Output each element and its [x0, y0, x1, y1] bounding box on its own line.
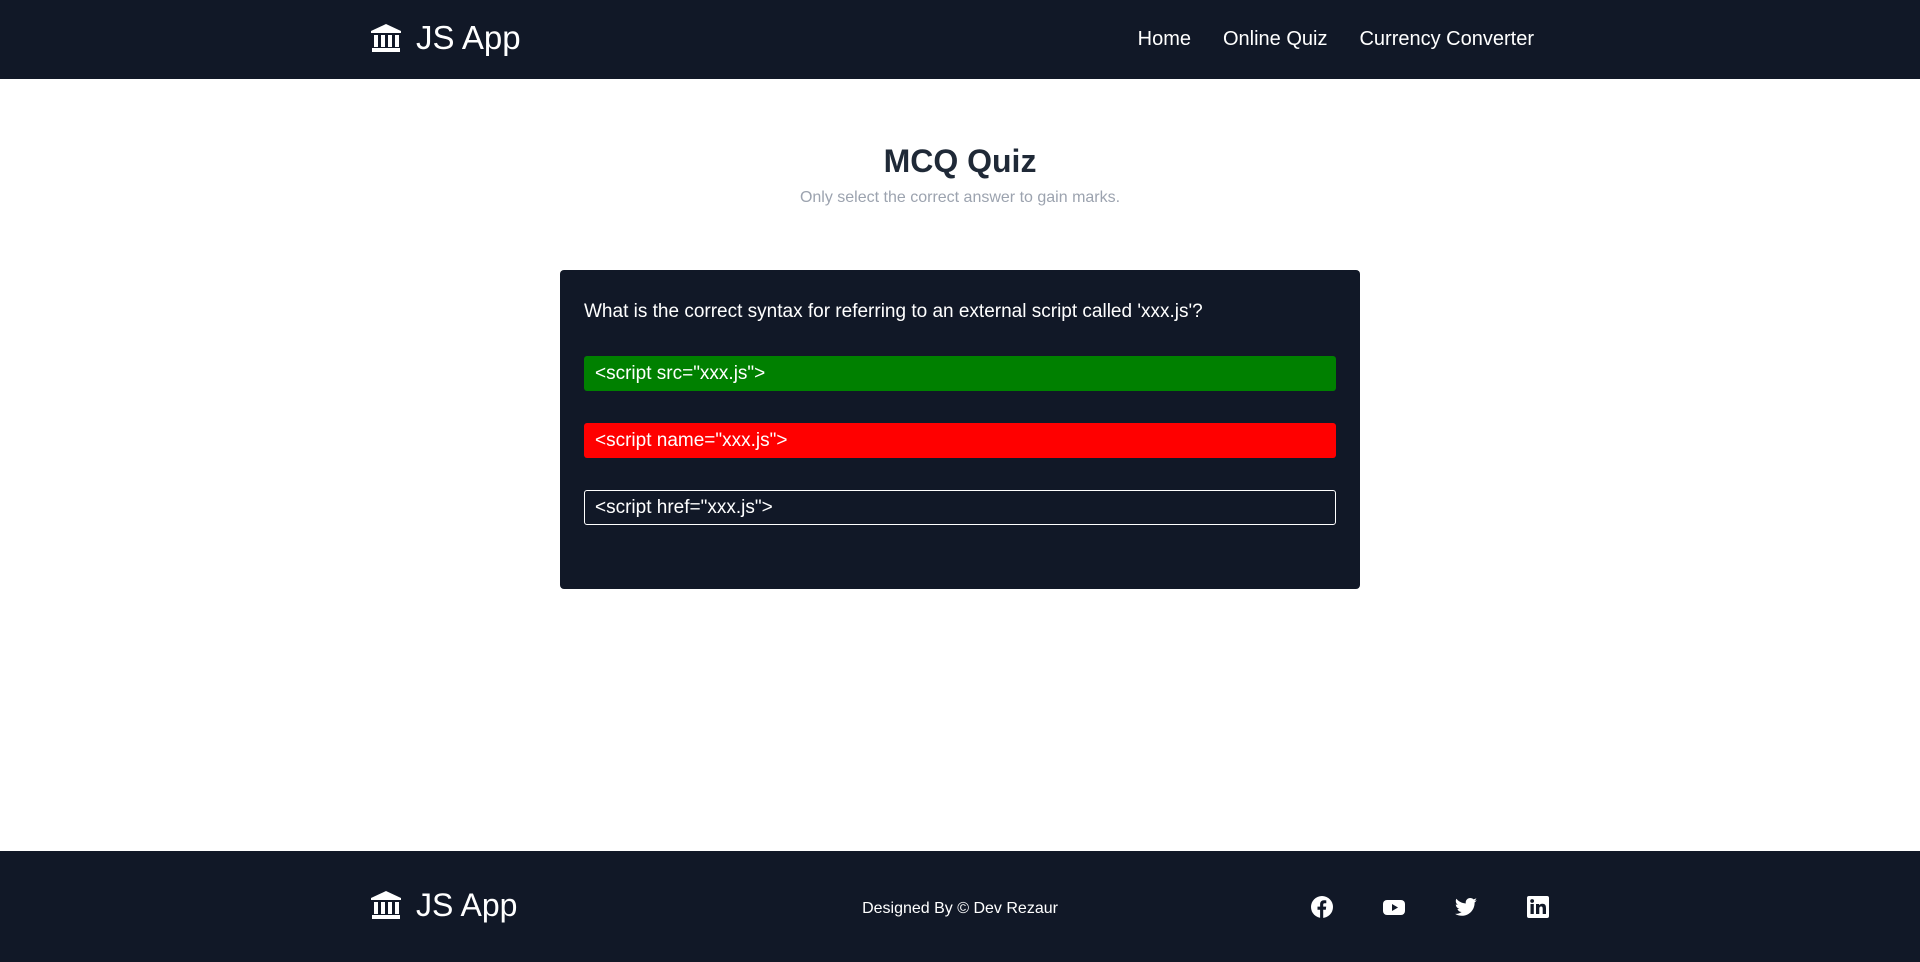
bank-icon: [371, 24, 401, 52]
brand-link[interactable]: JS App: [370, 18, 521, 58]
navbar: JS App Home Online Quiz Currency Convert…: [0, 0, 1920, 79]
page-subtitle: Only select the correct answer to gain m…: [799, 189, 1121, 206]
quiz-question: What is the correct syntax for referring…: [584, 301, 1203, 322]
facebook-icon: [1311, 896, 1333, 918]
option-correct[interactable]: <script src="xxx.js">: [584, 356, 1336, 391]
linkedin-icon: [1527, 896, 1549, 918]
page-title: MCQ Quiz: [883, 143, 1037, 179]
option-wrong[interactable]: <script name="xxx.js">: [584, 423, 1336, 458]
quiz-card: What is the correct syntax for referring…: [560, 270, 1360, 589]
twitter-link[interactable]: [1454, 895, 1478, 919]
nav-online-quiz[interactable]: Online Quiz: [1223, 26, 1328, 52]
youtube-icon: [1383, 900, 1405, 915]
linkedin-link[interactable]: [1526, 895, 1550, 919]
twitter-icon: [1454, 898, 1477, 916]
credit-text: Designed By © Dev Rezaur: [862, 900, 1058, 917]
footer: JS App Designed By © Dev Rezaur: [0, 851, 1920, 962]
hero: MCQ Quiz Only select the correct answer …: [0, 140, 1920, 208]
social-links: [1310, 895, 1550, 919]
footer-credit: Designed By © Dev Rezaur: [0, 899, 1920, 919]
option-unselected[interactable]: <script href="xxx.js">: [584, 490, 1336, 525]
nav-links: Home Online Quiz Currency Converter: [1138, 26, 1534, 52]
nav-currency-converter[interactable]: Currency Converter: [1359, 26, 1534, 52]
youtube-link[interactable]: [1382, 895, 1406, 919]
facebook-link[interactable]: [1310, 895, 1334, 919]
brand-name: JS App: [416, 19, 521, 56]
nav-home[interactable]: Home: [1138, 26, 1191, 52]
